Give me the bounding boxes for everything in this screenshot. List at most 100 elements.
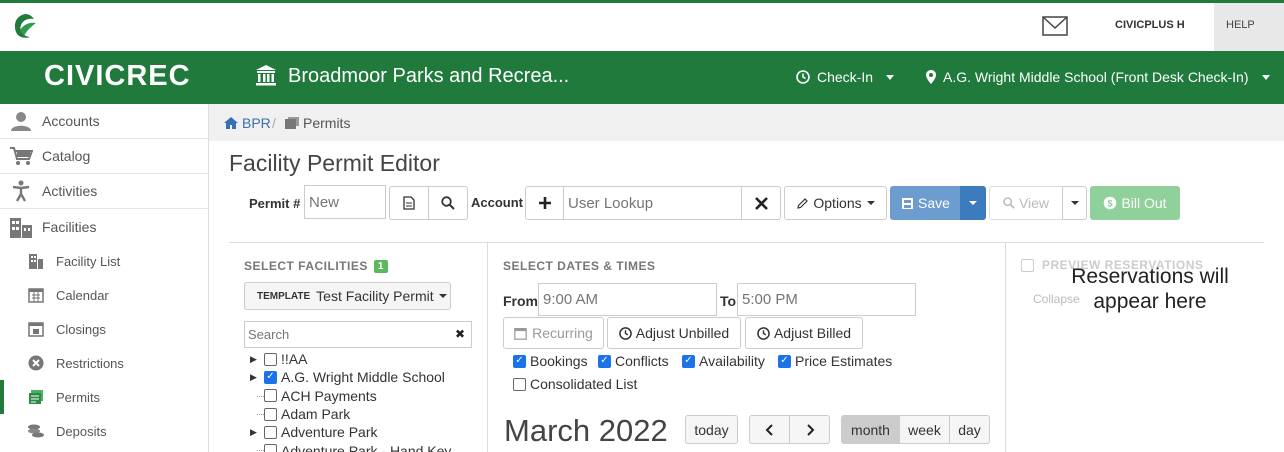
availability-checkbox[interactable] — [682, 354, 695, 368]
tree-item[interactable]: ▶ A.G. Wright Middle School — [250, 368, 485, 386]
tree-item-checkbox[interactable] — [264, 370, 277, 384]
column-divider — [487, 242, 488, 452]
permit-number-label: Permit # — [249, 196, 301, 211]
sidebar-item-facilities[interactable]: Facilities — [0, 209, 208, 244]
expand-arrow-icon[interactable]: ▶ — [250, 427, 264, 438]
day-view-button[interactable]: day — [949, 415, 990, 444]
sidebar-item-closings[interactable]: Closings — [0, 312, 208, 346]
sidebar-item-restrictions[interactable]: Restrictions — [0, 346, 208, 380]
check-in-label: Check-In — [817, 69, 874, 85]
view-options-dropdown[interactable] — [1062, 186, 1087, 220]
tree-item[interactable]: Adventure Park - Hand Key — [250, 441, 485, 452]
consolidated-list-toggle[interactable]: Consolidated List — [513, 376, 637, 392]
help-button[interactable]: HELP — [1214, 3, 1284, 51]
week-view-button[interactable]: week — [899, 415, 950, 444]
price-estimates-checkbox[interactable] — [778, 354, 791, 368]
view-button[interactable]: View — [989, 186, 1063, 220]
pencil-icon — [797, 197, 809, 209]
options-button[interactable]: Options — [784, 186, 887, 220]
tree-item[interactable]: ACH Payments — [250, 387, 485, 405]
save-button[interactable]: Save — [890, 186, 961, 220]
tree-item[interactable]: ▶ Adventure Park — [250, 423, 485, 441]
recurring-button[interactable]: Recurring — [503, 317, 604, 349]
facility-search-input[interactable] — [248, 327, 448, 342]
calendar-icon — [0, 287, 56, 303]
consolidated-list-checkbox[interactable] — [513, 377, 526, 391]
tree-item-label: Adam Park — [281, 406, 351, 423]
next-month-button[interactable] — [789, 415, 830, 444]
location-menu[interactable]: A.G. Wright Middle School (Front Desk Ch… — [926, 69, 1270, 85]
bookings-toggle[interactable]: Bookings — [513, 353, 588, 369]
sidebar-item-calendar[interactable]: Calendar — [0, 278, 208, 312]
view-label: View — [1018, 195, 1050, 211]
sidebar-item-label: Facilities — [42, 218, 97, 235]
sidebar-item-activities[interactable]: Activities — [0, 174, 208, 209]
tree-item-checkbox[interactable] — [264, 444, 277, 452]
chevron-left-icon — [765, 423, 773, 436]
adjust-billed-button[interactable]: Adjust Billed — [745, 317, 863, 349]
permit-document-button[interactable] — [389, 186, 429, 220]
today-button[interactable]: today — [685, 415, 738, 444]
column-divider — [1005, 242, 1006, 452]
brand-logo[interactable]: CIVICREC — [44, 60, 191, 93]
prev-month-button[interactable] — [749, 415, 790, 444]
expand-arrow-icon[interactable]: ▶ — [250, 354, 264, 365]
envelope-icon[interactable] — [1042, 15, 1068, 37]
expand-arrow-icon[interactable]: ▶ — [250, 372, 264, 383]
organization-name[interactable]: Broadmoor Parks and Recrea... — [288, 65, 569, 88]
month-view-label: month — [851, 421, 890, 438]
app-header: CIVICREC Broadmoor Parks and Recrea... C… — [0, 51, 1284, 104]
permit-number-input[interactable] — [304, 185, 386, 219]
tree-item-checkbox[interactable] — [264, 407, 277, 421]
user-menu[interactable]: CIVICPLUS H — [1115, 19, 1185, 31]
conflicts-checkbox[interactable] — [598, 354, 611, 368]
permit-search-button[interactable] — [428, 186, 468, 220]
tree-item-label: ACH Payments — [281, 387, 377, 404]
sidebar-item-accounts[interactable]: Accounts — [0, 104, 208, 139]
tree-item-checkbox[interactable] — [264, 389, 277, 403]
sidebar-item-label: Facility List — [56, 253, 121, 269]
from-time-input[interactable] — [538, 283, 717, 316]
week-view-label: week — [908, 421, 941, 438]
select-dates-title: SELECT DATES & TIMES — [503, 259, 656, 273]
building-columns-icon — [256, 65, 276, 86]
select-dates-heading: SELECT DATES & TIMES — [503, 259, 655, 273]
availability-toggle[interactable]: Availability — [682, 353, 765, 369]
tree-item-checkbox[interactable] — [264, 425, 277, 439]
facility-search[interactable]: ✖ — [244, 321, 472, 348]
add-account-button[interactable] — [525, 186, 564, 220]
tree-item-checkbox[interactable] — [264, 352, 277, 366]
bill-out-button[interactable]: $ Bill Out — [1090, 186, 1180, 220]
price-estimates-toggle[interactable]: Price Estimates — [778, 353, 892, 369]
check-in-menu[interactable]: Check-In — [796, 69, 895, 85]
user-lookup-input[interactable] — [563, 186, 743, 220]
sidebar-item-permits[interactable]: Permits — [0, 380, 208, 414]
calendar-closed-icon — [0, 321, 56, 337]
tree-item-label: Adventure Park — [281, 424, 378, 441]
adjust-unbilled-label: Adjust Unbilled — [635, 325, 730, 341]
tree-item-label: Adventure Park - Hand Key — [281, 442, 452, 452]
template-dropdown[interactable]: TEMPLATE Test Facility Permit — [244, 282, 451, 310]
sidebar-item-deposits[interactable]: Deposits — [0, 414, 208, 448]
save-options-dropdown[interactable] — [960, 186, 986, 220]
clear-account-button[interactable] — [741, 186, 781, 220]
tree-connector — [257, 413, 264, 415]
search-icon — [1003, 197, 1015, 209]
to-time-input[interactable] — [737, 283, 916, 316]
sidebar-item-facility-list[interactable]: Facility List — [0, 244, 208, 278]
bookings-checkbox[interactable] — [513, 354, 526, 368]
civicplus-leaf-icon[interactable] — [12, 12, 38, 40]
month-view-button[interactable]: month — [841, 415, 900, 444]
breadcrumb-home[interactable]: BPR — [224, 115, 271, 131]
preview-checkbox[interactable] — [1021, 258, 1034, 272]
adjust-unbilled-button[interactable]: Adjust Unbilled — [607, 317, 741, 349]
facility-tree: ▶ !!AA ▶ A.G. Wright Middle School ACH P… — [250, 350, 485, 452]
chevron-down-icon — [438, 294, 447, 298]
sidebar-item-catalog[interactable]: Catalog — [0, 139, 208, 174]
tree-item[interactable]: ▶ !!AA — [250, 350, 485, 368]
chevron-down-icon — [969, 201, 977, 205]
close-icon[interactable]: ✖ — [455, 327, 465, 341]
conflicts-toggle[interactable]: Conflicts — [598, 353, 669, 369]
calendar-month-title: March 2022 — [504, 413, 668, 448]
tree-item[interactable]: Adam Park — [250, 405, 485, 423]
